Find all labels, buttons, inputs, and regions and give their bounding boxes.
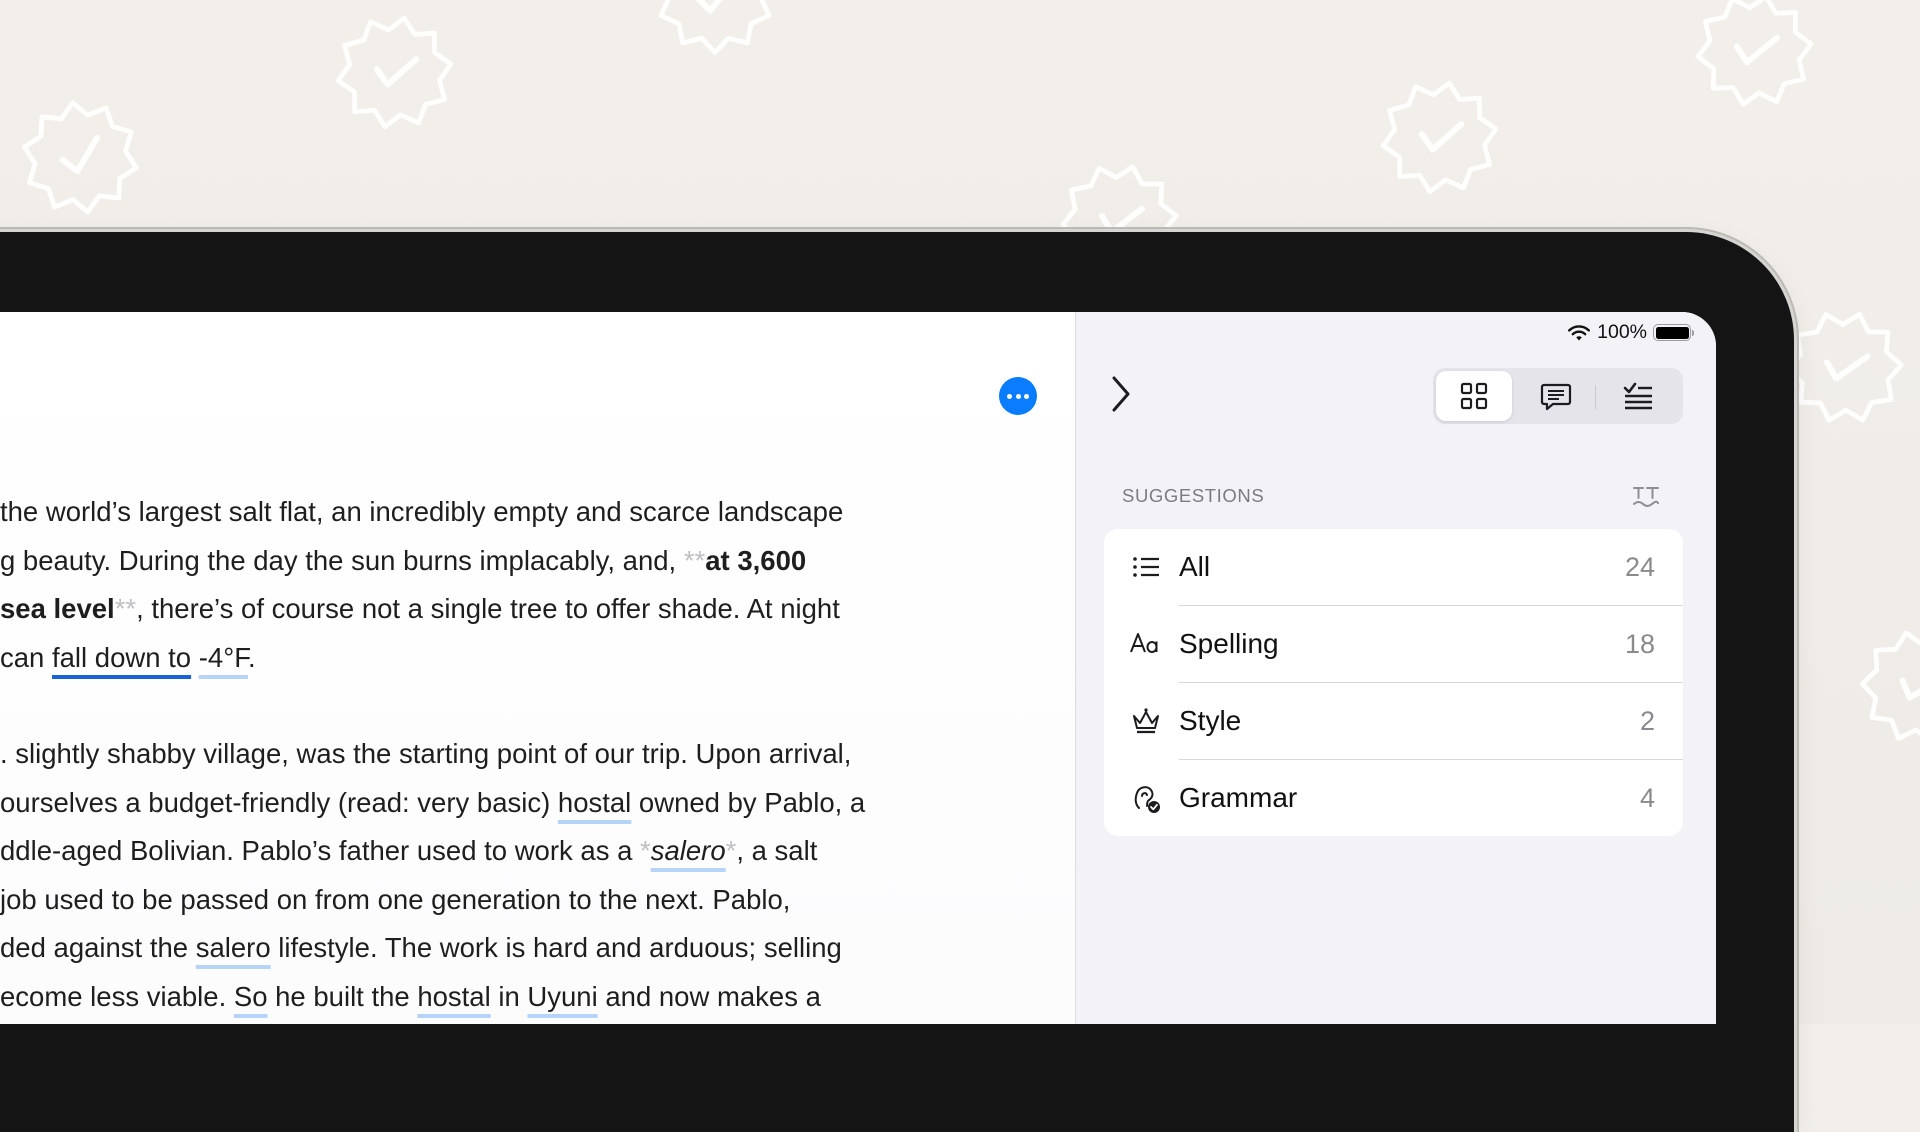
verified-badge-icon bbox=[1370, 65, 1509, 204]
category-count: 24 bbox=[1624, 552, 1655, 582]
suggestion-highlight[interactable]: hostal bbox=[558, 787, 631, 818]
grid-icon bbox=[1460, 382, 1488, 410]
wifi-icon bbox=[1568, 324, 1591, 340]
tablet-screen: the world’s largest salt flat, an incred… bbox=[0, 312, 1716, 1024]
crown-icon bbox=[1133, 708, 1159, 734]
section-title: SUGGESTIONS bbox=[1122, 485, 1265, 506]
checklist-icon bbox=[1623, 382, 1652, 410]
tab-checklist-view[interactable] bbox=[1600, 371, 1676, 421]
verified-badge-icon bbox=[1684, 0, 1826, 119]
category-count: 18 bbox=[1624, 629, 1655, 659]
suggestion-highlight[interactable]: hostal bbox=[417, 981, 490, 1012]
tab-grid-view[interactable] bbox=[1436, 371, 1512, 421]
battery-icon bbox=[1653, 324, 1694, 341]
list-icon bbox=[1133, 557, 1159, 577]
markdown-marker: ** bbox=[114, 593, 137, 624]
text-line: ddle-aged Bolivian. Pablo’s father used … bbox=[0, 835, 818, 866]
verified-badge-icon bbox=[1842, 607, 1920, 763]
segment-divider bbox=[1595, 385, 1596, 409]
category-label: Spelling bbox=[1179, 628, 1279, 659]
text-line: sea level**, there’s of course not a sin… bbox=[0, 593, 840, 624]
status-bar: 100% bbox=[1567, 321, 1694, 344]
ellipsis-icon bbox=[1007, 393, 1013, 399]
category-label: All bbox=[1179, 551, 1211, 582]
battery-percentage: 100% bbox=[1597, 321, 1647, 343]
category-spelling[interactable]: Spelling 18 bbox=[1104, 606, 1683, 683]
text-line: . slightly shabby village, was the start… bbox=[0, 738, 852, 769]
category-grammar[interactable]: Grammar 4 bbox=[1104, 760, 1683, 836]
verified-badge-icon bbox=[12, 87, 148, 223]
suggestion-highlight[interactable]: So bbox=[234, 981, 268, 1012]
suggestion-categories: All 24 Spelling 18 Style 2 Grammar 4 bbox=[1104, 529, 1683, 836]
more-options-button[interactable] bbox=[999, 377, 1037, 415]
chevron-right-icon[interactable] bbox=[1110, 374, 1132, 414]
category-count: 4 bbox=[1639, 783, 1655, 813]
paragraph[interactable]: the world’s largest salt flat, an incred… bbox=[0, 488, 843, 682]
suggestion-highlight[interactable]: salero bbox=[651, 835, 726, 866]
markdown-marker: ** bbox=[683, 544, 706, 576]
suggestion-highlight[interactable]: salero bbox=[196, 932, 271, 963]
text-line: ecome less viable. So he built the hosta… bbox=[0, 980, 821, 1012]
languagetool-icon[interactable] bbox=[1631, 484, 1661, 510]
text-line: can fall down to -4°F. bbox=[0, 641, 256, 673]
grammar-ear-icon bbox=[1134, 786, 1160, 813]
speech-bubble-icon bbox=[1540, 383, 1572, 411]
document-editor[interactable]: the world’s largest salt flat, an incred… bbox=[0, 312, 1075, 1024]
text-aa-icon bbox=[1130, 633, 1158, 653]
category-label: Grammar bbox=[1179, 782, 1298, 813]
category-style[interactable]: Style 2 bbox=[1104, 683, 1683, 760]
verified-badge-icon bbox=[325, 0, 464, 139]
markdown-marker: * bbox=[725, 835, 737, 866]
markdown-marker: * bbox=[640, 835, 651, 866]
suggestion-highlight[interactable]: -4°F bbox=[199, 642, 248, 673]
text-line: ourselves a budget-friendly (read: very … bbox=[0, 786, 866, 818]
suggestion-highlight[interactable]: Uyuni bbox=[527, 981, 597, 1012]
text-line: the world’s largest salt flat, an incred… bbox=[0, 496, 844, 527]
category-count: 2 bbox=[1639, 706, 1655, 736]
tab-comments-view[interactable] bbox=[1518, 371, 1594, 421]
suggestions-sidebar: 100% SUGGESTIONS All 24 Spelling 18 Styl… bbox=[1075, 312, 1716, 1024]
suggestion-highlight-active[interactable]: fall down to bbox=[52, 642, 191, 673]
paragraph[interactable]: . slightly shabby village, was the start… bbox=[0, 730, 865, 1021]
text-line: g beauty. During the day the sun burns i… bbox=[0, 544, 807, 576]
view-segmented-control bbox=[1433, 368, 1683, 424]
text-line: job used to be passed on from one genera… bbox=[0, 883, 791, 915]
category-label: Style bbox=[1179, 705, 1242, 736]
verified-badge-icon bbox=[655, 0, 775, 55]
text-line: ded against the salero lifestyle. The wo… bbox=[0, 932, 842, 963]
category-all[interactable]: All 24 bbox=[1104, 529, 1683, 606]
